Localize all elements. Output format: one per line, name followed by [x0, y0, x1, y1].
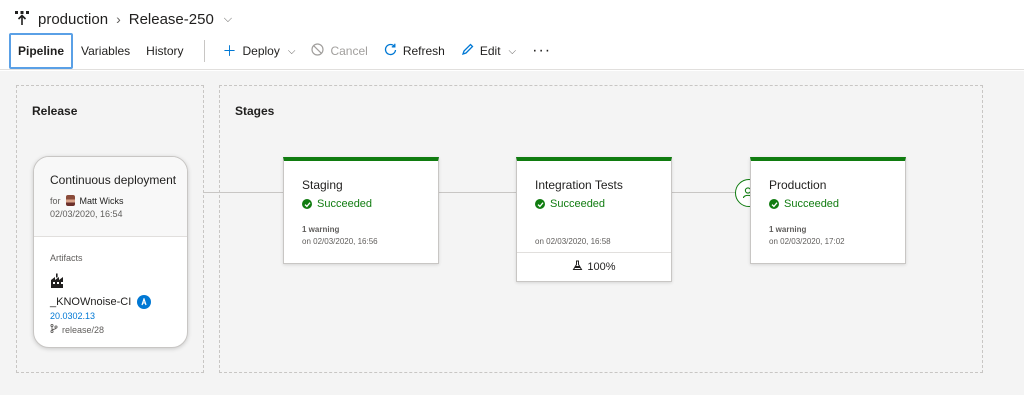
edit-button[interactable]: Edit ⌵	[453, 33, 524, 69]
flask-icon	[572, 260, 583, 274]
artifact-name[interactable]: _KNOWnoise-CI	[50, 296, 131, 308]
stage-status-label: Succeeded	[550, 198, 606, 210]
release-card[interactable]: Continuous deployment for Matt Wicks 02/…	[33, 156, 188, 348]
tab-pipeline[interactable]: Pipeline	[9, 33, 74, 69]
release-date: 02/03/2020, 16:54	[50, 209, 123, 219]
stage-status: Succeeded	[302, 198, 372, 210]
stage-card-integration-tests[interactable]: Integration Tests Succeeded on 02/03/202…	[516, 157, 672, 282]
toolbar-divider	[203, 40, 205, 62]
breadcrumb: production › Release-250 ⌵	[14, 8, 232, 30]
refresh-button[interactable]: Refresh	[376, 33, 453, 69]
chevron-down-icon[interactable]: ⌵	[224, 13, 232, 26]
stage-name: Production	[769, 178, 827, 192]
chevron-right-icon: ›	[116, 11, 121, 27]
stage-timestamp: on 02/03/2020, 17:02	[769, 237, 845, 246]
check-icon	[302, 199, 312, 209]
deploy-button[interactable]: ＋ Deploy ⌵	[215, 33, 304, 69]
toolbar: Pipeline Variables History ＋ Deploy ⌵ Ca…	[9, 33, 559, 69]
stage-timestamp: on 02/03/2020, 16:56	[302, 237, 378, 246]
pipeline-canvas: Release Continuous deployment for Matt W…	[0, 71, 1024, 395]
tab-history[interactable]: History	[138, 33, 191, 69]
connector-staging-integration	[438, 192, 516, 193]
test-results[interactable]: 100%	[517, 252, 671, 281]
check-icon	[769, 199, 779, 209]
pipeline-icon	[14, 10, 30, 29]
stage-status-label: Succeeded	[784, 198, 840, 210]
release-name[interactable]: Release-250	[129, 11, 214, 28]
test-pass-rate: 100%	[587, 261, 616, 273]
plus-icon: ＋	[222, 43, 237, 59]
connector-release-staging	[204, 192, 283, 193]
stage-card-production[interactable]: Production Succeeded 1 warning on 02/03/…	[750, 157, 906, 264]
refresh-icon	[384, 43, 397, 59]
artifact-version[interactable]: 20.0302.13	[50, 311, 187, 321]
stage-timestamp: on 02/03/2020, 16:58	[535, 237, 611, 246]
edit-icon	[461, 43, 474, 59]
stage-warning[interactable]: 1 warning	[302, 225, 339, 234]
artifacts-label: Artifacts	[50, 253, 83, 263]
header: production › Release-250 ⌵ Pipeline Vari…	[0, 0, 1024, 70]
stage-status: Succeeded	[535, 198, 605, 210]
release-trigger-section: Continuous deployment for Matt Wicks 02/…	[34, 157, 187, 237]
edit-label: Edit	[479, 44, 501, 58]
cancel-label: Cancel	[330, 44, 368, 58]
branch-icon	[50, 323, 58, 335]
cancel-button[interactable]: Cancel	[303, 33, 375, 69]
stage-name: Staging	[302, 178, 343, 192]
stage-name: Integration Tests	[535, 178, 623, 192]
for-label: for	[50, 195, 61, 206]
stage-status-label: Succeeded	[317, 198, 373, 210]
tab-variables[interactable]: Variables	[73, 33, 138, 69]
stage-status: Succeeded	[769, 198, 839, 210]
artifact-row: _KNOWnoise-CI	[50, 295, 187, 309]
release-panel: Release Continuous deployment for Matt W…	[16, 85, 204, 373]
stages-section-title: Stages	[235, 104, 275, 118]
release-requester: for Matt Wicks	[50, 195, 187, 206]
chevron-down-icon: ⌵	[287, 45, 296, 57]
release-section-title: Release	[32, 104, 78, 118]
stage-warning[interactable]: 1 warning	[769, 225, 806, 234]
build-icon	[50, 263, 187, 294]
cancel-icon	[311, 43, 325, 59]
more-icon[interactable]: ···	[524, 42, 559, 60]
chevron-down-icon: ⌵	[508, 45, 517, 57]
check-icon	[535, 199, 545, 209]
pipeline-name[interactable]: production	[38, 11, 108, 28]
avatar	[65, 195, 75, 206]
artifact-branch: release/28	[50, 323, 187, 335]
artifact-branch-label: release/28	[62, 324, 105, 335]
badge-icon	[137, 295, 152, 309]
artifacts-section: Artifacts _KNOWnoise-CI 20.0302.13 relea…	[34, 237, 187, 335]
stage-card-staging[interactable]: Staging Succeeded 1 warning on 02/03/202…	[283, 157, 439, 264]
release-trigger: Continuous deployment	[50, 173, 177, 187]
refresh-label: Refresh	[402, 44, 445, 58]
deploy-label: Deploy	[242, 44, 280, 58]
release-user: Matt Wicks	[79, 195, 124, 206]
